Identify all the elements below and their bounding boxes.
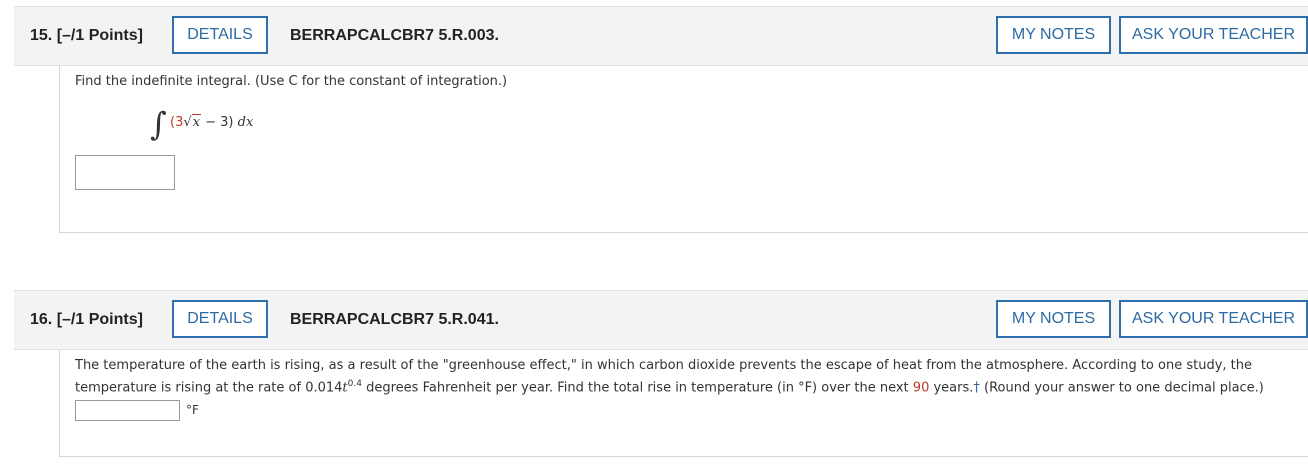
integrand: (3√x − 3) dx <box>170 114 254 130</box>
integrand-open: (3 <box>170 115 184 130</box>
integrand-minus: − 3) <box>200 115 234 130</box>
ask-your-teacher-button[interactable]: ASK YOUR TEACHER <box>1119 300 1308 338</box>
question-15: 15. [–/1 Points] DETAILS BERRAPCALCBR7 5… <box>14 6 1308 233</box>
differential: dx <box>233 115 254 130</box>
my-notes-button[interactable]: MY NOTES <box>996 300 1111 338</box>
years-value: 90 <box>912 380 930 396</box>
prompt-text-4: (Round your answer to one decimal place.… <box>979 380 1264 396</box>
prompt-text-2: degrees Fahrenheit per year. Find the to… <box>361 380 913 396</box>
question-prompt: Find the indefinite integral. (Use C for… <box>75 74 508 89</box>
rate-exponent: 0.4 <box>347 379 362 389</box>
details-button[interactable]: DETAILS <box>172 16 268 54</box>
radicand: x <box>191 114 201 130</box>
question-number: 15. [–/1 Points] <box>30 27 143 44</box>
my-notes-button[interactable]: MY NOTES <box>996 16 1111 54</box>
ask-your-teacher-button[interactable]: ASK YOUR TEACHER <box>1119 16 1308 54</box>
answer-unit: °F <box>186 403 199 417</box>
radical-sign: √ <box>183 115 192 130</box>
answer-input[interactable] <box>75 155 175 190</box>
answer-input[interactable] <box>75 400 180 421</box>
problem-code: BERRAPCALCBR7 5.R.003. <box>290 27 499 44</box>
question-15-body: Find the indefinite integral. (Use C for… <box>59 66 1308 233</box>
problem-code: BERRAPCALCBR7 5.R.041. <box>290 311 499 328</box>
details-button[interactable]: DETAILS <box>172 300 268 338</box>
question-16: 16. [–/1 Points] DETAILS BERRAPCALCBR7 5… <box>14 290 1308 457</box>
question-16-header: 16. [–/1 Points] DETAILS BERRAPCALCBR7 5… <box>14 290 1308 350</box>
integral-sign: ∫ <box>150 105 167 143</box>
question-15-header: 15. [–/1 Points] DETAILS BERRAPCALCBR7 5… <box>14 6 1308 66</box>
prompt-text-3: years. <box>929 380 974 396</box>
question-16-body: The temperature of the earth is rising, … <box>59 350 1308 457</box>
question-number: 16. [–/1 Points] <box>30 311 143 328</box>
question-prompt: The temperature of the earth is rising, … <box>75 356 1295 397</box>
